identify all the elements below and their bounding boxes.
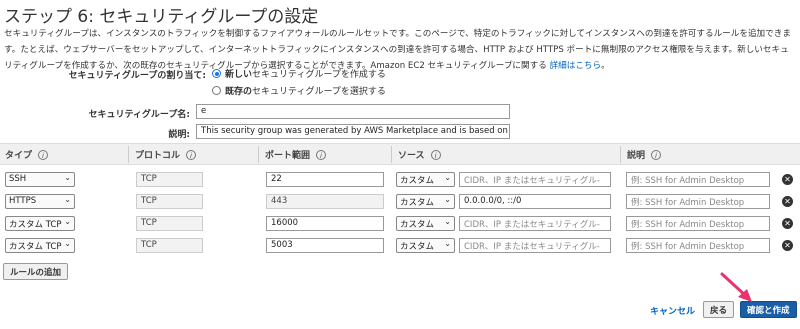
header-port: ポート範囲 i — [265, 148, 327, 161]
chevron-down-icon: ⌄ — [444, 217, 451, 226]
source-select[interactable]: カスタム ⌄ — [396, 238, 455, 253]
rule-description-input[interactable]: 例: SSH for Admin Desktop — [626, 172, 770, 187]
type-select[interactable]: カスタム TCP ⌄ — [5, 238, 75, 253]
radio-existing-bold: 既存の — [225, 87, 253, 97]
radio-new-bold: 新しい — [225, 70, 253, 80]
source-select[interactable]: カスタム ⌄ — [396, 172, 455, 187]
port-input[interactable]: 16000 — [266, 216, 384, 231]
chevron-down-icon: ⌄ — [444, 195, 451, 204]
learn-more-link[interactable]: 詳細はこちら — [550, 61, 602, 71]
source-select[interactable]: カスタム ⌄ — [396, 194, 455, 209]
rules-table-header: タイプ i プロトコル i ポート範囲 i ソース i 説明 i — [0, 143, 800, 165]
group-name-label: セキュリティグループ名: — [88, 110, 190, 120]
chevron-down-icon: ⌄ — [64, 173, 71, 182]
protocol-field: TCP — [136, 216, 203, 231]
protocol-field: TCP — [136, 172, 203, 187]
table-row: HTTPS ⌄ TCP 443 カスタム ⌄ 0.0.0.0/0, ::/0 例: … — [0, 192, 800, 214]
cancel-button[interactable]: キャンセル — [650, 304, 695, 317]
cidr-input[interactable]: CIDR、IP またはセキュリティグル‐ — [459, 216, 611, 231]
radio-new-group[interactable]: 新しい セキュリティグループを作成する — [212, 67, 386, 80]
radio-new-text: セキュリティグループを作成する — [252, 70, 386, 80]
type-select[interactable]: HTTPS ⌄ — [5, 194, 75, 209]
chevron-down-icon: ⌄ — [444, 239, 451, 248]
chevron-down-icon: ⌄ — [64, 195, 71, 204]
info-icon[interactable]: i — [186, 149, 197, 160]
group-name-input[interactable]: e — [196, 104, 510, 119]
radio-existing-group[interactable]: 既存の セキュリティグループを選択する — [212, 84, 386, 97]
chevron-down-icon: ⌄ — [444, 173, 451, 182]
port-input[interactable]: 5003 — [266, 238, 384, 253]
pointer-arrow-icon — [720, 272, 752, 302]
info-icon[interactable]: i — [651, 149, 662, 160]
type-select[interactable]: カスタム TCP ⌄ — [5, 216, 75, 231]
rule-description-input[interactable]: 例: SSH for Admin Desktop — [626, 216, 770, 231]
port-field: 443 — [266, 194, 384, 209]
header-protocol: プロトコル i — [135, 148, 197, 161]
group-desc-input[interactable]: This security group was generated by AWS… — [196, 124, 510, 139]
remove-circle-icon[interactable]: ✕ — [782, 196, 793, 207]
cidr-input[interactable]: 0.0.0.0/0, ::/0 — [459, 194, 611, 209]
header-description: 説明 i — [627, 148, 662, 161]
table-row: カスタム TCP ⌄ TCP 16000 カスタム ⌄ CIDR、IP またはセキュ… — [0, 214, 800, 236]
chevron-down-icon: ⌄ — [64, 217, 71, 226]
table-row: SSH ⌄ TCP 22 カスタム ⌄ CIDR、IP またはセキュリティグル‐ 例… — [0, 170, 800, 192]
info-icon[interactable]: i — [316, 149, 327, 160]
port-input[interactable]: 22 — [266, 172, 384, 187]
info-icon[interactable]: i — [38, 149, 49, 160]
group-desc-label: 説明: — [168, 130, 190, 140]
cidr-input[interactable]: CIDR、IP またはセキュリティグル‐ — [459, 172, 611, 187]
remove-circle-icon[interactable]: ✕ — [782, 240, 793, 251]
chevron-down-icon: ⌄ — [64, 239, 71, 248]
table-row: カスタム TCP ⌄ TCP 5003 カスタム ⌄ CIDR、IP またはセキュリ… — [0, 236, 800, 258]
type-select[interactable]: SSH ⌄ — [5, 172, 75, 187]
page-description: セキュリティグループは、インスタンスのトラフィックを制御するファイアウォールのル… — [4, 26, 796, 74]
radio-button[interactable] — [212, 86, 221, 95]
cidr-input[interactable]: CIDR、IP またはセキュリティグル‐ — [459, 238, 611, 253]
assignment-label: セキュリティグループの割り当て: — [68, 71, 206, 81]
add-rule-button[interactable]: ルールの追加 — [3, 263, 69, 280]
protocol-field: TCP — [136, 238, 203, 253]
description-suffix: 。 — [601, 61, 610, 71]
remove-circle-icon[interactable]: ✕ — [782, 174, 793, 185]
radio-existing-text: セキュリティグループを選択する — [252, 87, 386, 97]
protocol-field: TCP — [136, 194, 203, 209]
header-source: ソース i — [398, 148, 441, 161]
info-icon[interactable]: i — [430, 149, 441, 160]
rule-description-input[interactable]: 例: SSH for Admin Desktop — [626, 194, 770, 209]
page-title: ステップ 6: セキュリティグループの設定 — [4, 7, 319, 27]
remove-circle-icon[interactable]: ✕ — [782, 218, 793, 229]
source-select[interactable]: カスタム ⌄ — [396, 216, 455, 231]
rule-description-input[interactable]: 例: SSH for Admin Desktop — [626, 238, 770, 253]
radio-button-checked[interactable] — [212, 69, 221, 78]
description-text: セキュリティグループは、インスタンスのトラフィックを制御するファイアウォールのル… — [4, 29, 791, 71]
header-type: タイプ i — [5, 148, 49, 161]
